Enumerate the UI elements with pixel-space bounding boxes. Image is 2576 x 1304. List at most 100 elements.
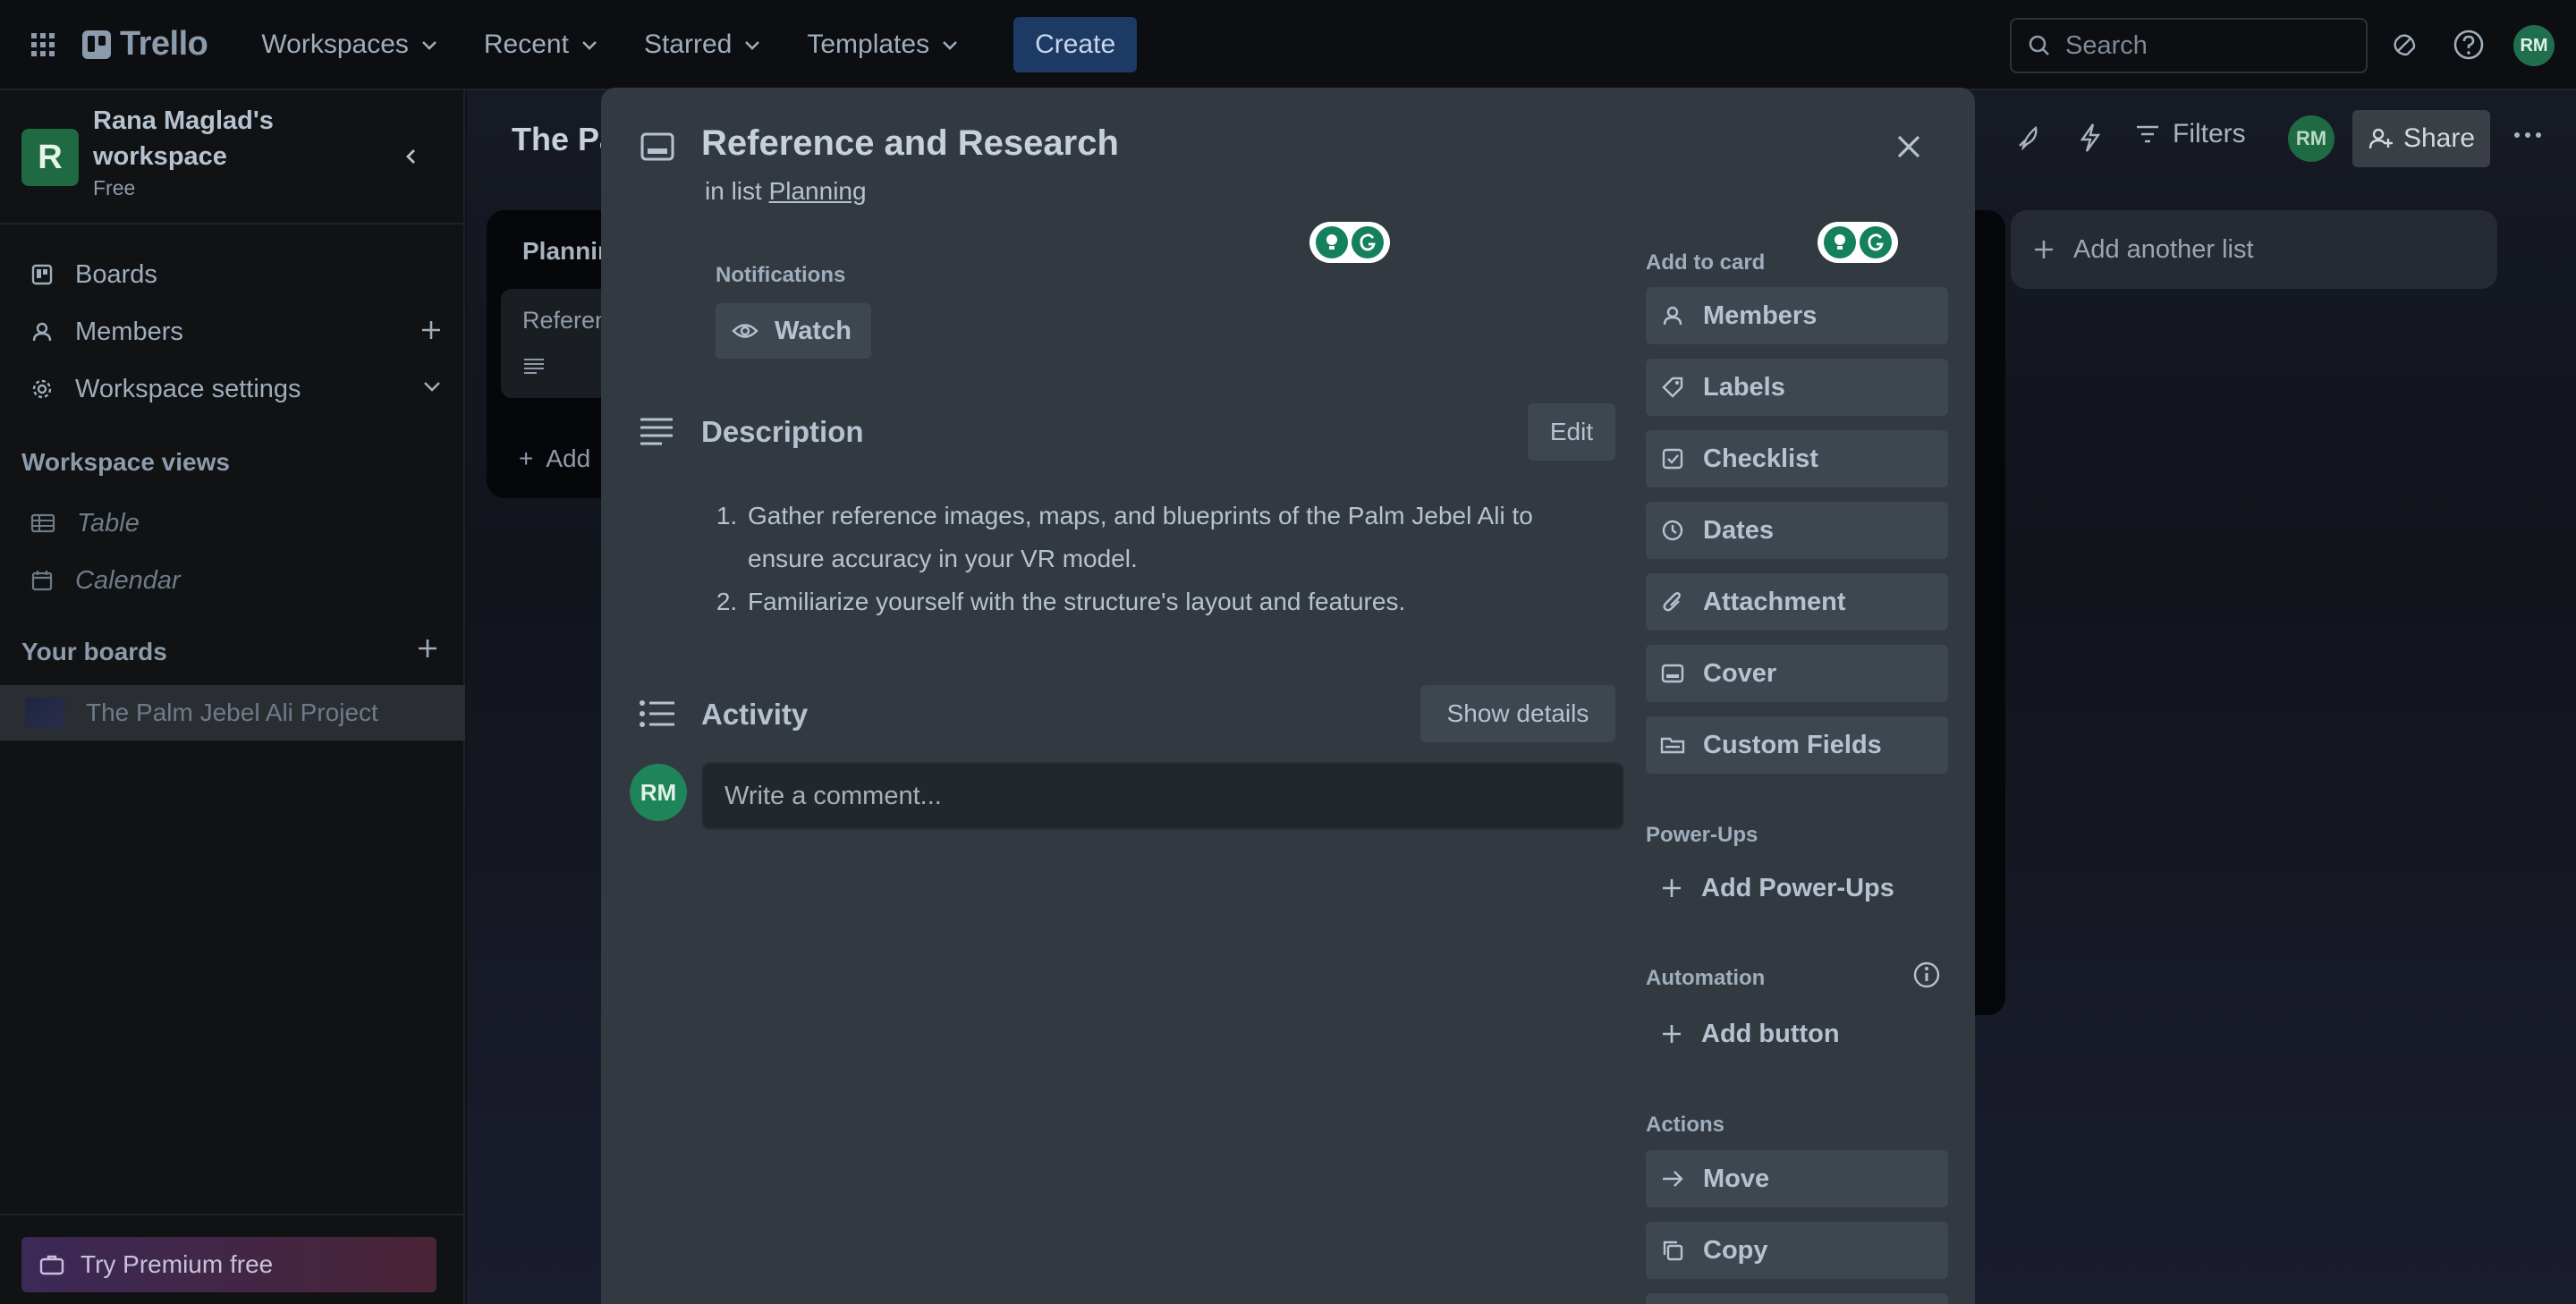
automation-lightning-icon[interactable] xyxy=(2077,123,2104,153)
list-link[interactable]: Planning xyxy=(769,177,867,205)
grammarly-g-icon xyxy=(1860,226,1892,258)
card-icon xyxy=(640,132,674,161)
help-icon[interactable] xyxy=(2451,27,2487,63)
activity-heading: Activity xyxy=(701,698,809,731)
sidebar-board-item[interactable]: The Palm Jebel Ali Project xyxy=(0,685,465,741)
sidebar-item-calendar-view[interactable]: Calendar xyxy=(0,554,465,607)
grammarly-bulb-icon xyxy=(1316,226,1348,258)
move-button[interactable]: Move xyxy=(1646,1150,1948,1207)
chevron-down-icon xyxy=(580,35,599,55)
description-item: Gather reference images, maps, and bluep… xyxy=(744,495,1594,580)
workspace-views-heading: Workspace views xyxy=(21,448,230,476)
collapse-sidebar-icon[interactable] xyxy=(394,139,429,174)
list-title[interactable]: Plannin xyxy=(522,237,613,266)
close-icon[interactable] xyxy=(1887,125,1930,168)
nav-workspaces-dropdown[interactable]: Workspaces xyxy=(243,18,457,72)
edit-description-button[interactable]: Edit xyxy=(1528,403,1615,461)
activity-icon xyxy=(639,699,676,728)
chevron-down-icon[interactable] xyxy=(420,375,444,398)
board-icon xyxy=(30,263,54,286)
show-details-button[interactable]: Show details xyxy=(1420,685,1615,742)
app-switcher-icon[interactable] xyxy=(25,27,61,63)
nav-label: Templates xyxy=(807,29,930,59)
nav-starred-dropdown[interactable]: Starred xyxy=(626,18,780,72)
try-premium-button[interactable]: Try Premium free xyxy=(21,1237,436,1292)
labels-button[interactable]: Labels xyxy=(1646,359,1948,416)
members-label: Members xyxy=(1703,301,1818,330)
add-member-icon[interactable] xyxy=(419,318,444,343)
info-icon[interactable] xyxy=(1912,961,1941,989)
actions-label: Actions xyxy=(1646,1113,1725,1137)
add-card-button[interactable]: + Add xyxy=(519,445,590,473)
nav-label: Recent xyxy=(483,29,569,59)
dates-label: Dates xyxy=(1703,515,1774,545)
nav-label: Workspaces xyxy=(261,29,409,59)
plus-icon xyxy=(1660,1022,1683,1046)
add-button-button[interactable]: Add button xyxy=(1646,1005,1948,1063)
copy-label: Copy xyxy=(1703,1235,1768,1265)
nav-templates-dropdown[interactable]: Templates xyxy=(789,18,978,72)
sidebar-item-label: Table xyxy=(77,508,140,538)
grammarly-widget[interactable] xyxy=(1309,222,1390,263)
description-indicator-icon xyxy=(522,357,546,375)
attachment-button[interactable]: Attachment xyxy=(1646,573,1948,631)
table-icon xyxy=(30,512,55,534)
your-boards-heading: Your boards xyxy=(21,638,167,665)
comment-input[interactable] xyxy=(724,781,1601,811)
notifications-label: Notifications xyxy=(716,263,846,287)
add-board-icon[interactable] xyxy=(415,636,440,661)
grammarly-widget[interactable] xyxy=(1818,222,1898,263)
nav-recent-dropdown[interactable]: Recent xyxy=(466,18,617,72)
add-person-icon xyxy=(2368,126,2394,151)
checklist-button[interactable]: Checklist xyxy=(1646,430,1948,487)
in-list-prefix: in list xyxy=(705,177,762,205)
calendar-icon xyxy=(30,569,54,592)
sidebar-item-workspace-settings[interactable]: Workspace settings xyxy=(0,362,465,416)
add-another-list-button[interactable]: Add another list xyxy=(2011,210,2497,289)
description-item: Familiarize yourself with the structure'… xyxy=(744,580,1594,623)
custom-fields-button[interactable]: Custom Fields xyxy=(1646,716,1948,774)
add-power-ups-label: Add Power-Ups xyxy=(1701,873,1894,902)
sidebar-item-members[interactable]: Members xyxy=(0,305,465,359)
search-input[interactable] xyxy=(2065,30,2351,61)
filters-label: Filters xyxy=(2173,119,2246,148)
card-title[interactable]: Reference and Research xyxy=(701,123,1119,164)
eye-icon xyxy=(732,321,758,341)
sidebar-item-boards[interactable]: Boards xyxy=(0,248,465,301)
add-list-label: Add another list xyxy=(2073,234,2254,264)
dates-button[interactable]: Dates xyxy=(1646,502,1948,559)
premium-label: Try Premium free xyxy=(80,1250,274,1278)
workspace-badge: R xyxy=(21,129,79,186)
workspace-name[interactable]: Rana Maglad's workspace xyxy=(93,103,361,174)
cover-button[interactable]: Cover xyxy=(1646,645,1948,702)
comment-box[interactable] xyxy=(701,762,1624,830)
sidebar-item-table-view[interactable]: Table xyxy=(0,496,465,550)
description-content[interactable]: Gather reference images, maps, and bluep… xyxy=(699,495,1594,623)
share-button[interactable]: Share xyxy=(2352,110,2490,167)
custom-fields-icon xyxy=(1660,735,1685,755)
search-bar[interactable] xyxy=(2010,18,2368,73)
rocket-icon[interactable] xyxy=(2012,123,2043,153)
cover-icon xyxy=(1660,664,1685,683)
add-button-label: Add button xyxy=(1701,1019,1840,1048)
share-label: Share xyxy=(2402,123,2476,153)
plus-icon xyxy=(2032,238,2055,261)
grammarly-g-icon xyxy=(1352,226,1384,258)
add-power-ups-button[interactable]: Add Power-Ups xyxy=(1646,859,1948,917)
board-member-avatar[interactable]: RM xyxy=(2288,115,2334,162)
next-action-button-partial[interactable] xyxy=(1646,1293,1948,1304)
account-avatar[interactable]: RM xyxy=(2513,25,2555,66)
filters-button[interactable]: Filters xyxy=(2135,119,2246,149)
attachment-label: Attachment xyxy=(1703,587,1846,616)
copy-button[interactable]: Copy xyxy=(1646,1222,1948,1279)
labels-label: Labels xyxy=(1703,372,1785,402)
trello-logo-icon xyxy=(82,30,111,59)
watch-button[interactable]: Watch xyxy=(716,303,871,359)
nav-label: Starred xyxy=(643,29,733,59)
trello-logo[interactable]: Trello xyxy=(82,25,208,64)
power-ups-label: Power-Ups xyxy=(1646,823,1758,847)
members-button[interactable]: Members xyxy=(1646,287,1948,344)
create-button[interactable]: Create xyxy=(1013,16,1138,72)
notifications-bell-icon[interactable] xyxy=(2386,27,2422,63)
more-options-icon[interactable] xyxy=(2512,119,2544,151)
